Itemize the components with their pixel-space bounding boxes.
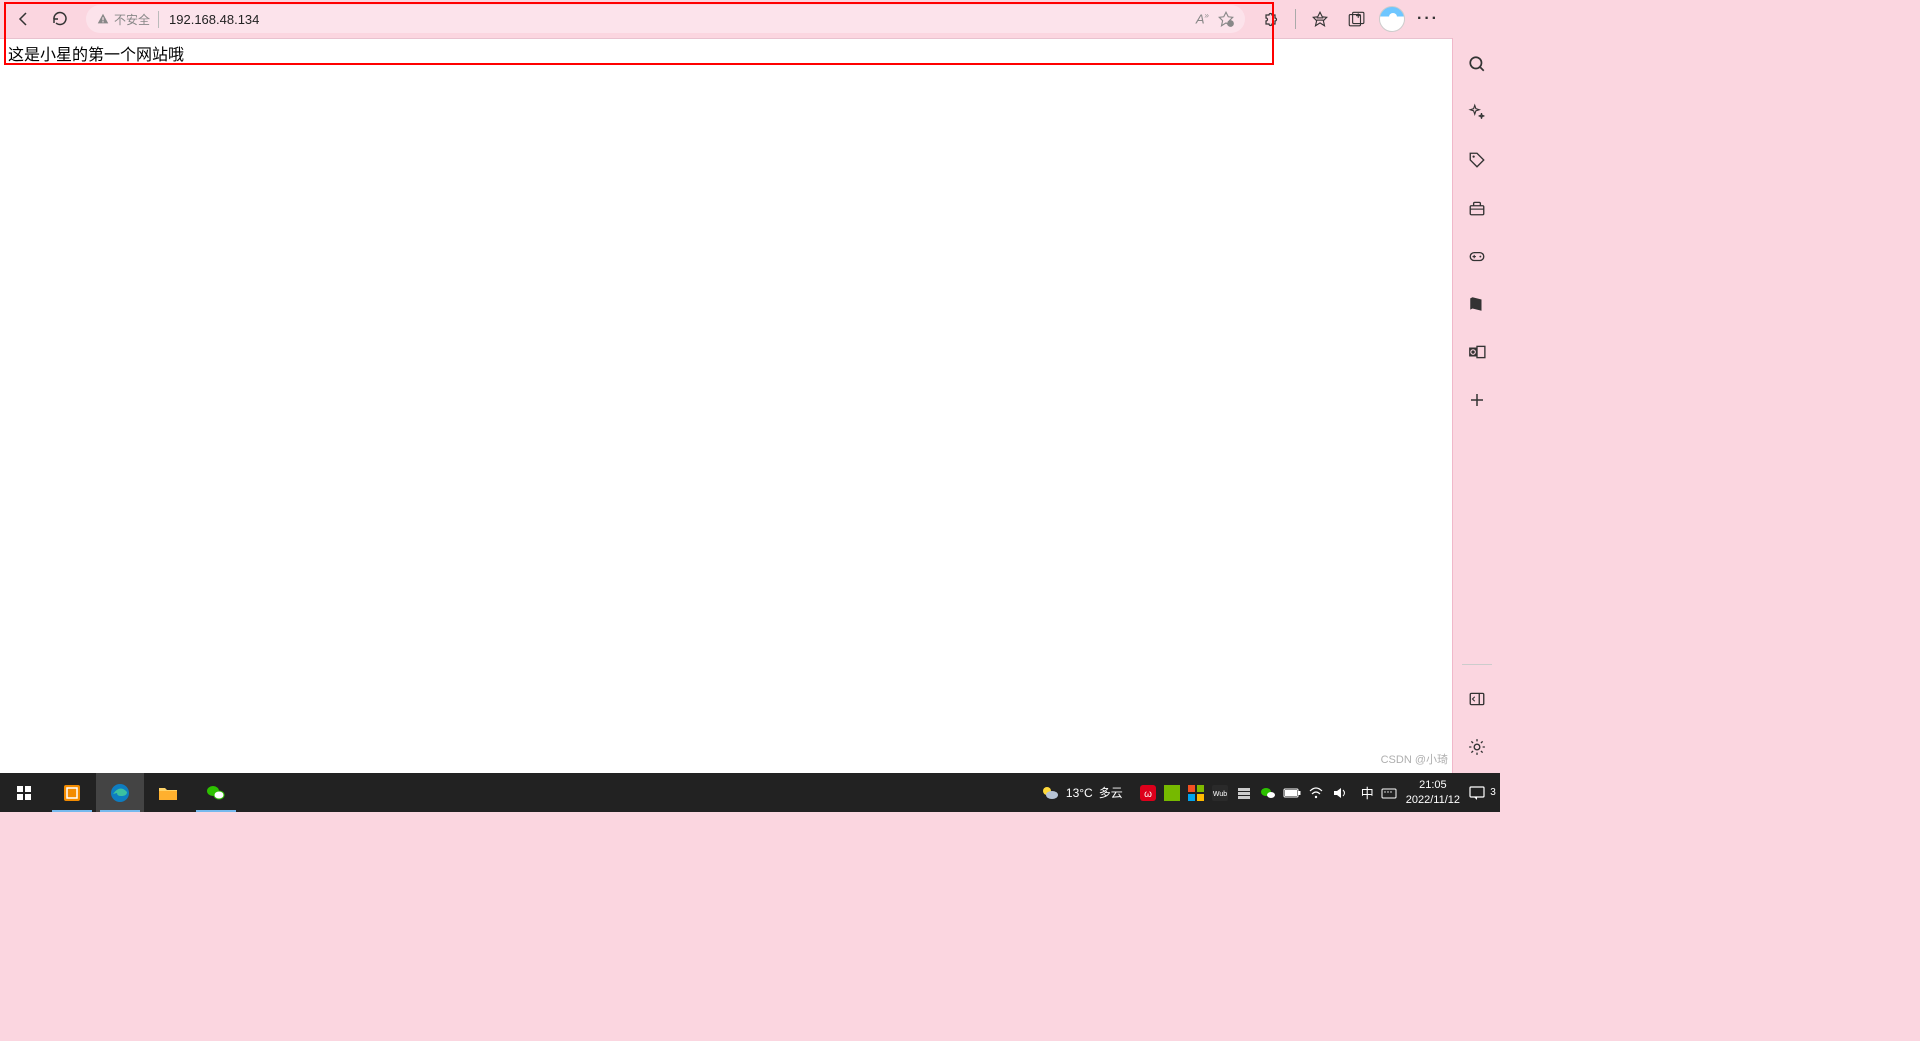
clock-time: 21:05 — [1406, 778, 1460, 792]
puzzle-icon — [1262, 10, 1280, 28]
vmware-icon — [61, 782, 83, 804]
favorites-button[interactable] — [1304, 3, 1336, 35]
toolbar-right-actions: ··· — [1255, 3, 1444, 35]
notification-icon — [1468, 784, 1486, 802]
tray-app1[interactable] — [1187, 784, 1205, 802]
battery-icon — [1283, 787, 1301, 799]
sidebar-hide-button[interactable] — [1463, 685, 1491, 713]
ime-indicator[interactable]: 中 — [1355, 783, 1380, 802]
edge-sidebar — [1452, 38, 1500, 773]
taskbar-vmware[interactable] — [48, 773, 96, 812]
tray-wifi[interactable] — [1307, 784, 1325, 802]
sidebar-shopping-button[interactable] — [1463, 146, 1491, 174]
address-bar-actions: A» — [1196, 10, 1235, 28]
tray-app-icon: Wub — [1212, 785, 1228, 801]
sidebar-tools-button[interactable] — [1463, 194, 1491, 222]
weather-widget[interactable]: 13°C 多云 — [1030, 783, 1133, 803]
office-icon — [1468, 295, 1486, 313]
wifi-icon — [1308, 785, 1324, 801]
tray-stack-icon — [1236, 785, 1252, 801]
weather-cloudy-icon — [1040, 783, 1060, 803]
sidebar-discover-button[interactable] — [1463, 98, 1491, 126]
tray-volume[interactable] — [1331, 784, 1349, 802]
plus-icon — [1469, 392, 1485, 408]
taskbar-clock[interactable]: 21:05 2022/11/12 — [1398, 778, 1468, 807]
start-button[interactable] — [0, 773, 48, 812]
taskbar-wechat[interactable] — [192, 773, 240, 812]
toolbox-icon — [1468, 199, 1486, 217]
volume-icon — [1332, 785, 1348, 801]
security-label: 不安全 — [114, 11, 150, 28]
system-tray: ω Wub — [1133, 784, 1355, 802]
notification-center[interactable] — [1468, 784, 1486, 802]
profile-avatar[interactable] — [1376, 3, 1408, 35]
more-icon: ··· — [1417, 10, 1439, 28]
search-icon — [1468, 55, 1486, 73]
url-text: 192.168.48.134 — [169, 12, 259, 27]
sparkle-icon — [1468, 103, 1486, 121]
nvidia-icon — [1164, 785, 1180, 801]
weather-desc: 多云 — [1099, 784, 1123, 801]
more-menu-button[interactable]: ··· — [1412, 3, 1444, 35]
tray-app2[interactable]: Wub — [1211, 784, 1229, 802]
sidebar-add-button[interactable] — [1463, 386, 1491, 414]
tray-wechat[interactable] — [1259, 784, 1277, 802]
settings-gear-icon — [1468, 738, 1486, 756]
tray-ime-icon[interactable] — [1380, 784, 1398, 802]
netease-icon: ω — [1140, 785, 1156, 801]
sidebar-search-button[interactable] — [1463, 50, 1491, 78]
wechat-icon — [205, 782, 227, 804]
collections-button[interactable] — [1340, 3, 1372, 35]
watermark-text: CSDN @小琦 — [1381, 751, 1448, 767]
folder-icon — [157, 782, 179, 804]
address-bar[interactable]: 不安全 192.168.48.134 A» — [86, 5, 1245, 33]
weather-temp: 13°C — [1066, 786, 1093, 800]
clock-date: 2022/11/12 — [1406, 793, 1460, 807]
edge-icon — [109, 782, 131, 804]
refresh-icon — [52, 11, 68, 27]
warning-icon — [96, 12, 110, 26]
favorites-star-icon — [1311, 10, 1329, 28]
outlook-icon — [1468, 343, 1486, 361]
games-icon — [1468, 247, 1486, 265]
svg-text:Wub: Wub — [1213, 791, 1227, 798]
collections-icon — [1347, 10, 1365, 28]
sidebar-office-button[interactable] — [1463, 290, 1491, 318]
back-arrow-icon — [16, 11, 32, 27]
sidebar-divider — [1462, 664, 1492, 665]
tray-battery[interactable] — [1283, 784, 1301, 802]
tray-app3[interactable] — [1235, 784, 1253, 802]
notification-badge[interactable]: 3 — [1486, 784, 1500, 802]
taskbar-edge[interactable] — [96, 773, 144, 812]
windows-taskbar: 13°C 多云 ω Wub 中 21:05 2022/11/12 3 — [0, 773, 1500, 812]
panel-icon — [1468, 690, 1486, 708]
tray-generic-icon — [1188, 785, 1204, 801]
extensions-button[interactable] — [1255, 3, 1287, 35]
page-body-text: 这是小星的第一个网站哦 — [0, 39, 1452, 67]
refresh-button[interactable] — [44, 3, 76, 35]
security-indicator[interactable]: 不安全 — [96, 11, 159, 28]
read-aloud-button[interactable]: A» — [1196, 11, 1209, 26]
sidebar-games-button[interactable] — [1463, 242, 1491, 270]
wechat-tray-icon — [1260, 785, 1276, 801]
tag-icon — [1468, 151, 1486, 169]
windows-logo-icon — [16, 785, 32, 801]
browser-toolbar: 不安全 192.168.48.134 A» ··· — [0, 0, 1452, 38]
avatar-icon — [1379, 6, 1405, 32]
ime-keyboard-icon — [1381, 785, 1397, 801]
favorite-star-button[interactable] — [1217, 10, 1235, 28]
sidebar-settings-button[interactable] — [1463, 733, 1491, 761]
toolbar-divider — [1295, 9, 1296, 29]
webpage-viewport: 这是小星的第一个网站哦 — [0, 38, 1452, 773]
taskbar-explorer[interactable] — [144, 773, 192, 812]
tray-netease[interactable]: ω — [1139, 784, 1157, 802]
sidebar-outlook-button[interactable] — [1463, 338, 1491, 366]
tray-nvidia[interactable] — [1163, 784, 1181, 802]
back-button[interactable] — [8, 3, 40, 35]
notification-count: 3 — [1490, 787, 1496, 798]
svg-text:ω: ω — [1144, 789, 1152, 800]
